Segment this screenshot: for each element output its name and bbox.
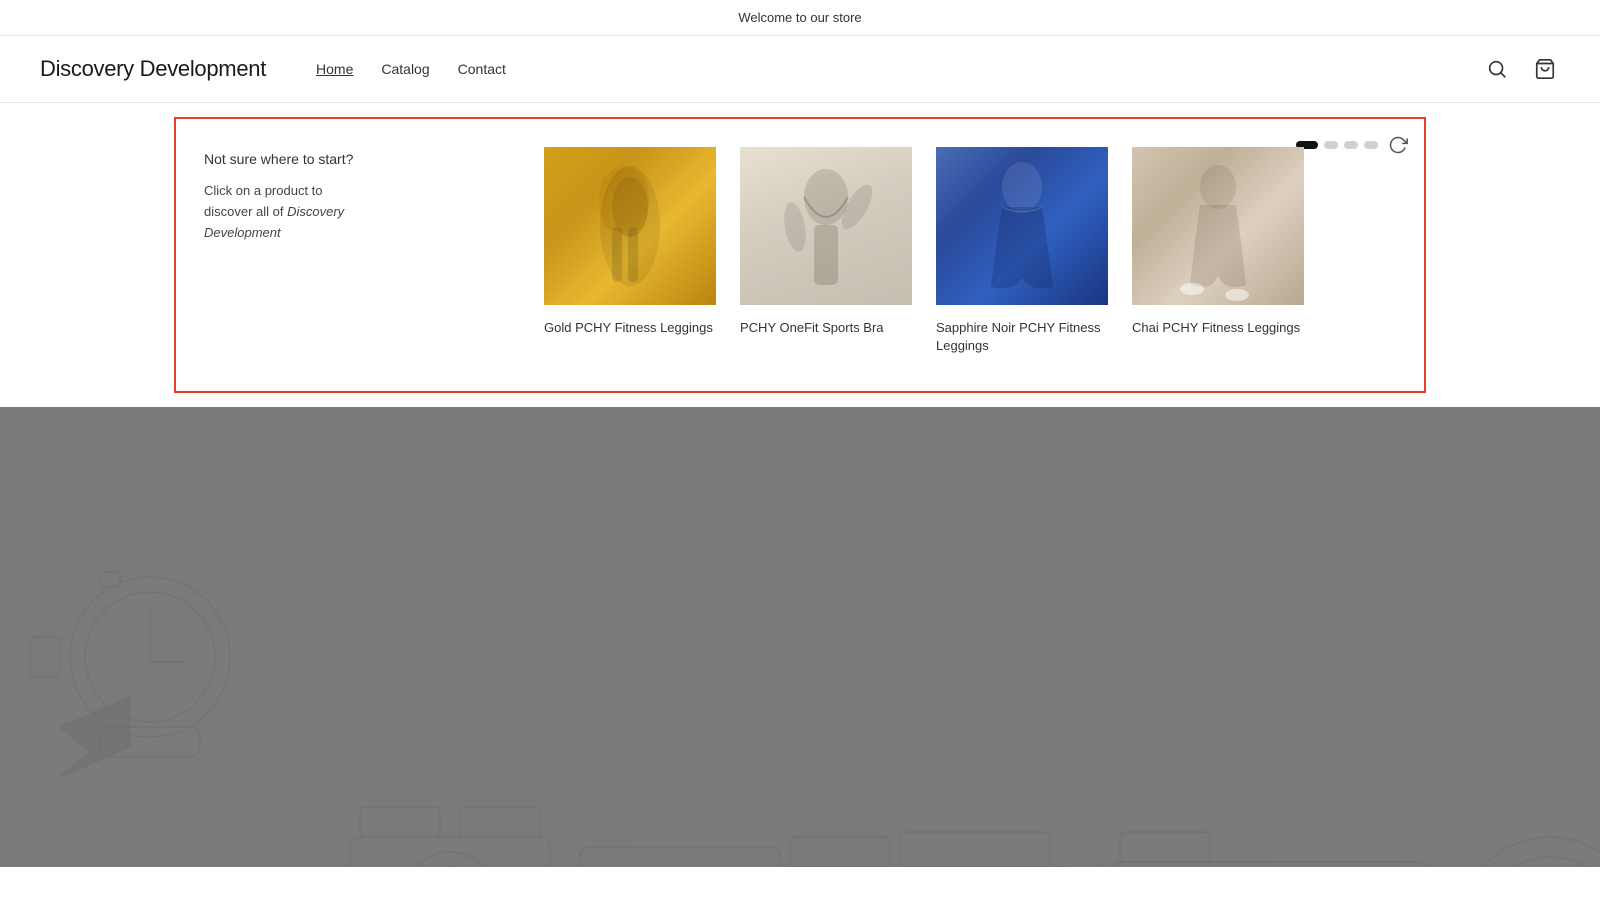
product-image-2: [740, 147, 912, 305]
carousel-dot-2[interactable]: [1324, 141, 1338, 149]
header-icons: [1482, 54, 1560, 84]
product-image-3: [936, 147, 1108, 305]
carousel-controls: [1296, 135, 1408, 155]
product-figure-1: [544, 147, 716, 305]
product-title-1: Gold PCHY Fitness Leggings: [544, 319, 716, 337]
carousel-refresh-button[interactable]: [1388, 135, 1408, 155]
intro-description: Click on a product to discover all of Di…: [204, 181, 374, 243]
product-figure-4: [1132, 147, 1304, 305]
nav-home[interactable]: Home: [316, 61, 353, 77]
product-card-1[interactable]: Gold PCHY Fitness Leggings: [544, 147, 716, 355]
featured-section: Not sure where to start? Click on a prod…: [174, 117, 1426, 393]
product-image-1: [544, 147, 716, 305]
site-logo[interactable]: Discovery Development: [40, 56, 266, 82]
site-header: Discovery Development Home Catalog Conta…: [0, 36, 1600, 103]
search-button[interactable]: [1482, 54, 1512, 84]
background-section: [0, 407, 1600, 867]
announcement-text: Welcome to our store: [738, 10, 861, 25]
main-nav: Home Catalog Contact: [316, 61, 1482, 77]
featured-left: Not sure where to start? Click on a prod…: [204, 147, 384, 243]
cart-button[interactable]: [1530, 54, 1560, 84]
product-image-4: [1132, 147, 1304, 305]
product-card-3[interactable]: Sapphire Noir PCHY Fitness Leggings: [936, 147, 1108, 355]
refresh-icon: [1388, 135, 1408, 155]
product-title-2: PCHY OneFit Sports Bra: [740, 319, 912, 337]
cart-icon: [1534, 58, 1556, 80]
intro-heading: Not sure where to start?: [204, 151, 384, 167]
product-figure-3: [936, 147, 1108, 305]
carousel-dot-4[interactable]: [1364, 141, 1378, 149]
search-icon: [1486, 58, 1508, 80]
carousel-dot-3[interactable]: [1344, 141, 1358, 149]
product-card-2[interactable]: PCHY OneFit Sports Bra: [740, 147, 912, 355]
product-title-3: Sapphire Noir PCHY Fitness Leggings: [936, 319, 1108, 355]
main-content: Not sure where to start? Click on a prod…: [0, 117, 1600, 867]
nav-contact[interactable]: Contact: [458, 61, 506, 77]
announcement-bar: Welcome to our store: [0, 0, 1600, 36]
product-title-4: Chai PCHY Fitness Leggings: [1132, 319, 1304, 337]
product-card-4[interactable]: Chai PCHY Fitness Leggings: [1132, 147, 1304, 355]
bg-pattern-svg: [0, 407, 1600, 867]
product-figure-2: [740, 147, 912, 305]
nav-catalog[interactable]: Catalog: [381, 61, 429, 77]
products-row: Gold PCHY Fitness Leggings: [544, 147, 1328, 355]
featured-inner: Not sure where to start? Click on a prod…: [204, 147, 1392, 355]
